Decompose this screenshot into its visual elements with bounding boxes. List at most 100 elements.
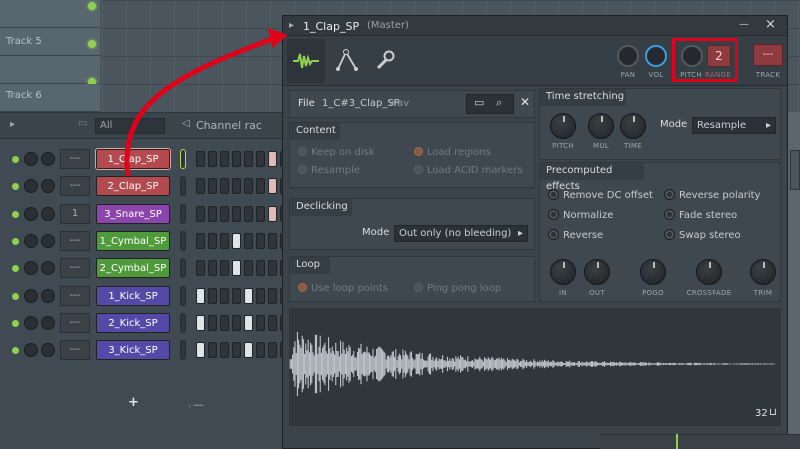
step-pad[interactable] [268, 342, 277, 359]
channel-mute-led[interactable] [12, 319, 19, 327]
playlist-track-4[interactable] [0, 0, 100, 28]
track-mute-led[interactable] [88, 40, 96, 48]
step-pad[interactable] [232, 205, 241, 222]
step-pad[interactable] [232, 260, 241, 277]
channel-select-indicator[interactable] [180, 176, 186, 197]
channel-mixer-number[interactable]: --- [60, 312, 90, 333]
tab-misc[interactable] [367, 42, 403, 78]
step-pad[interactable] [208, 314, 217, 331]
channel-select-indicator[interactable] [180, 149, 186, 169]
close-button[interactable]: × [765, 17, 776, 32]
channel-volume-knob[interactable] [41, 288, 55, 303]
reverse-polarity-option[interactable]: Reverse polarity [664, 189, 760, 201]
step-pad[interactable] [244, 205, 253, 222]
arrow-right-icon[interactable]: ▸ [289, 20, 294, 31]
playlist-track-6[interactable]: Track 6 [0, 84, 100, 112]
channel-pan-knob[interactable] [24, 315, 38, 330]
out-knob[interactable] [584, 259, 610, 285]
channel-name-button[interactable]: 2_Cymbal_SP [96, 258, 170, 279]
swap-stereo-option[interactable]: Swap stereo [664, 229, 741, 241]
snap-icon[interactable]: ⊔ [769, 407, 777, 418]
remove-dc-radio[interactable] [548, 189, 559, 200]
trim-knob[interactable] [750, 259, 776, 285]
channel-mute-led[interactable] [12, 183, 19, 191]
step-pad[interactable] [244, 232, 253, 249]
ping-pong-option[interactable]: Ping pong loop [414, 283, 501, 294]
channel-select-indicator[interactable] [180, 203, 186, 224]
channel-volume-knob[interactable] [41, 261, 55, 276]
resample-option[interactable]: Resample [298, 165, 360, 176]
channel-pan-knob[interactable] [24, 179, 38, 194]
step-pad[interactable] [208, 287, 217, 304]
step-pad[interactable] [244, 260, 253, 277]
channel-mute-led[interactable] [12, 210, 19, 218]
step-pad[interactable] [196, 151, 205, 167]
normalize-radio[interactable] [548, 209, 559, 220]
channel-pan-knob[interactable] [24, 152, 38, 166]
channel-volume-knob[interactable] [41, 206, 55, 221]
channel-volume-knob[interactable] [41, 343, 55, 358]
step-pad[interactable] [220, 287, 229, 304]
close-file-icon[interactable]: ✕ [520, 95, 530, 109]
step-pad[interactable] [208, 178, 217, 195]
step-pad[interactable] [232, 342, 241, 359]
step-pad[interactable] [208, 342, 217, 359]
step-pad[interactable] [268, 178, 277, 195]
load-acid-radio[interactable] [414, 165, 423, 174]
channel-pan-knob[interactable] [24, 233, 38, 248]
tab-sample[interactable] [287, 39, 325, 83]
step-pad[interactable] [196, 178, 205, 195]
reverse-polarity-radio[interactable] [664, 189, 675, 200]
step-pad[interactable] [208, 205, 217, 222]
playlist-track-extra[interactable] [0, 56, 100, 86]
fade-stereo-option[interactable]: Fade stereo [664, 209, 737, 221]
step-pad[interactable] [256, 287, 265, 304]
mixer-strip[interactable] [600, 434, 800, 449]
step-pad[interactable] [232, 232, 241, 249]
swap-stereo-radio[interactable] [664, 229, 675, 240]
channel-select-indicator[interactable] [180, 312, 186, 333]
step-pad[interactable] [268, 151, 277, 167]
step-pad[interactable] [256, 151, 265, 167]
step-pad[interactable] [268, 232, 277, 249]
step-pad[interactable] [244, 287, 253, 304]
step-pad[interactable] [196, 205, 205, 222]
crossfade-knob[interactable] [696, 259, 722, 285]
keep-on-disk-option[interactable]: Keep on disk [298, 147, 375, 158]
step-pad[interactable] [220, 205, 229, 222]
open-folder-icon[interactable]: ▭ [474, 96, 484, 109]
step-pad[interactable] [232, 178, 241, 195]
pitch-range-display[interactable]: 2 [707, 45, 731, 67]
channel-name-button[interactable]: 2_Kick_SP [96, 312, 170, 333]
playlist-track-5[interactable]: Track 5 [0, 28, 100, 56]
load-regions-radio[interactable] [414, 147, 423, 156]
step-pad[interactable] [244, 178, 253, 195]
step-pad[interactable] [268, 260, 277, 277]
scroll-handle-icon[interactable]: ‹ ━━ [188, 401, 203, 410]
step-pad[interactable] [268, 314, 277, 331]
ping-pong-radio[interactable] [414, 283, 423, 292]
reverse-option[interactable]: Reverse [548, 229, 603, 241]
channel-name-button[interactable]: 1_Cymbal_SP [96, 230, 170, 251]
keep-on-disk-radio[interactable] [298, 147, 307, 156]
track-mute-led[interactable] [88, 2, 96, 10]
step-pad[interactable] [256, 232, 265, 249]
zoom-level[interactable]: 32 [755, 408, 768, 419]
side-scrollbar[interactable] [790, 150, 800, 190]
channel-pan-knob[interactable] [24, 288, 38, 303]
channel-mute-led[interactable] [12, 237, 19, 245]
step-pad[interactable] [208, 232, 217, 249]
declicking-mode-select[interactable]: Out only (no bleeding) ▸ [394, 225, 528, 242]
channel-mute-led[interactable] [12, 156, 19, 163]
channel-volume-knob[interactable] [41, 233, 55, 248]
step-pad[interactable] [256, 314, 265, 331]
step-pad[interactable] [256, 342, 265, 359]
step-pad[interactable] [220, 151, 229, 167]
use-loop-points-option[interactable]: Use loop points [298, 283, 388, 294]
minimize-icon[interactable]: — [739, 19, 749, 30]
step-pad[interactable] [244, 342, 253, 359]
pogo-knob[interactable] [640, 259, 666, 285]
channel-mixer-number[interactable]: --- [60, 149, 90, 169]
step-pad[interactable] [220, 232, 229, 249]
reverse-radio[interactable] [548, 229, 559, 240]
